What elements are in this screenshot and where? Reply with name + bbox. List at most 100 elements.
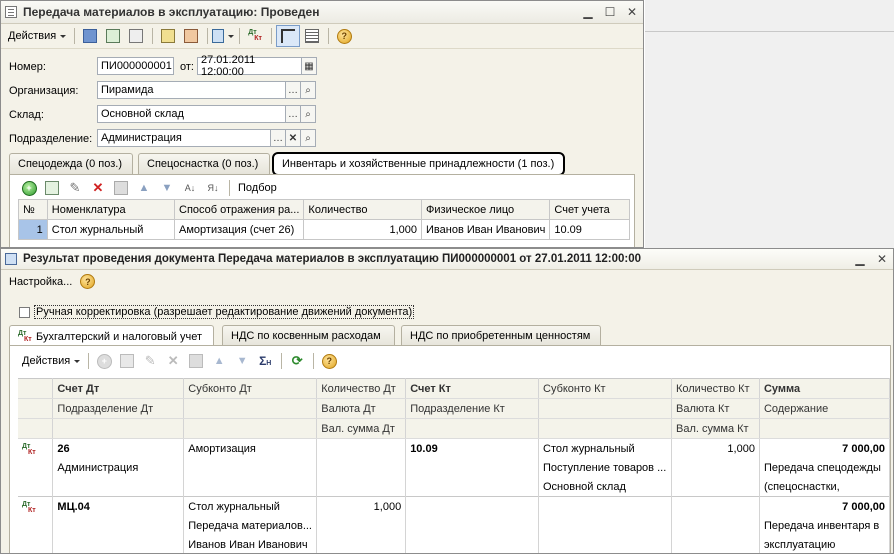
column-header-dept-kt[interactable]: Подразделение Кт: [405, 398, 539, 419]
warehouse-field[interactable]: Основной склад: [97, 105, 286, 123]
column-header-quantity-dt[interactable]: Количество Дт: [316, 378, 407, 399]
refresh-button[interactable]: ⟳: [286, 351, 308, 371]
edit-entry-button[interactable]: ✎: [139, 351, 161, 371]
ellipsis-icon: …: [288, 108, 298, 120]
column-header-subconto-dt[interactable]: Субконто Дт: [183, 378, 318, 399]
organization-open-button[interactable]: ⌕: [300, 81, 316, 99]
column-header-amount[interactable]: Сумма: [759, 378, 891, 399]
column-header-person[interactable]: Физическое лицо: [421, 199, 551, 220]
structure-button[interactable]: [276, 25, 301, 47]
unpost-button[interactable]: [180, 26, 202, 46]
post-button[interactable]: [102, 26, 124, 46]
column-header-cur-sum-kt[interactable]: Вал. сумма Кт: [671, 418, 760, 439]
grid-toolbar: + ✎ ✕ ▲ ▼ A↓ Я↓ Подбор: [18, 178, 281, 198]
column-header-currency-kt[interactable]: Валюта Кт: [671, 398, 760, 419]
table-row[interactable]: Дт Кт 26 Амортизация 10.09 Стол журнальны…: [18, 438, 891, 497]
save-button[interactable]: [79, 26, 101, 46]
end-edit-button[interactable]: [185, 351, 207, 371]
column-header-number[interactable]: №: [18, 199, 48, 220]
sort-desc-button[interactable]: Я↓: [202, 178, 224, 198]
tab-workwear[interactable]: Спецодежда (0 поз.): [9, 153, 133, 174]
column-header-method[interactable]: Способ отражения ра...: [174, 199, 305, 220]
delete-entry-button[interactable]: ✕: [162, 351, 184, 371]
background-area: [645, 0, 894, 248]
copy-entry-button[interactable]: [116, 351, 138, 371]
search-icon: ⌕: [305, 108, 311, 120]
move-up-button[interactable]: ▲: [208, 351, 230, 371]
close-button[interactable]: ✕: [621, 3, 643, 21]
warehouse-open-button[interactable]: ⌕: [300, 105, 316, 123]
move-up-button[interactable]: ▲: [133, 178, 155, 198]
end-edit-button[interactable]: [110, 178, 132, 198]
minimize-button[interactable]: ▁: [577, 3, 599, 21]
cell-method[interactable]: Амортизация (счет 26): [174, 219, 305, 240]
add-row-button[interactable]: +: [18, 178, 40, 198]
delete-row-button[interactable]: ✕: [87, 178, 109, 198]
sort-asc-button[interactable]: A↓: [179, 178, 201, 198]
dt-kt-icon: Дт Кт: [22, 443, 36, 456]
column-header-cur-sum-dt[interactable]: Вал. сумма Дт: [316, 418, 407, 439]
move-down-button[interactable]: ▼: [231, 351, 253, 371]
cell-number[interactable]: 1: [18, 219, 48, 240]
entries-actions-menu-button[interactable]: Действия: [18, 351, 84, 371]
date-field[interactable]: 27.01.2011 12:00:00: [197, 54, 302, 78]
go-button[interactable]: [212, 26, 235, 46]
column-header-currency-dt[interactable]: Валюта Дт: [316, 398, 407, 419]
tab-inventory[interactable]: Инвентарь и хозяйственные принадлежности…: [272, 152, 565, 176]
warehouse-select-button[interactable]: …: [285, 105, 301, 123]
column-header-quantity-kt[interactable]: Количество Кт: [671, 378, 760, 399]
close-button[interactable]: ✕: [871, 250, 893, 268]
calendar-button[interactable]: ▦: [301, 57, 317, 75]
number-field[interactable]: ПИ000000001: [97, 57, 174, 75]
cell-nomenclature[interactable]: Стол журнальный: [46, 219, 176, 240]
column-header-account-dt[interactable]: Счет Дт: [52, 378, 185, 399]
copy-button[interactable]: [157, 26, 179, 46]
department-field[interactable]: Администрация: [97, 129, 271, 147]
column-header-content[interactable]: Содержание: [759, 398, 891, 419]
organization-field[interactable]: Пирамида: [97, 81, 286, 99]
help-button[interactable]: ?: [333, 26, 355, 46]
column-header-subconto-kt[interactable]: Субконто Кт: [538, 378, 672, 399]
maximize-button[interactable]: ☐: [599, 3, 621, 21]
tab-accounting[interactable]: Дт Кт Бухгалтерский и налоговый учет: [9, 325, 214, 347]
department-open-button[interactable]: ⌕: [300, 129, 316, 147]
copy-icon: [161, 29, 176, 43]
organization-select-button[interactable]: …: [285, 81, 301, 99]
department-clear-button[interactable]: ✕: [285, 129, 301, 147]
dt-kt-button[interactable]: Дт Кт: [244, 26, 266, 46]
help-icon[interactable]: ?: [80, 274, 96, 289]
tab-vat-acquired[interactable]: НДС по приобретенным ценностям: [401, 325, 601, 346]
table-row[interactable]: Передача материалов... Передача инвентар…: [18, 516, 891, 535]
column-header-quantity[interactable]: Количество: [303, 199, 423, 220]
column-header-dept-dt[interactable]: Подразделение Дт: [52, 398, 185, 419]
move-down-button[interactable]: ▼: [156, 178, 178, 198]
sum-button[interactable]: ΣН: [254, 351, 276, 371]
column-header-account-kt[interactable]: Счет Кт: [405, 378, 539, 399]
refresh-button[interactable]: [125, 26, 147, 46]
actions-menu-button[interactable]: Действия: [4, 26, 70, 46]
date-label: от:: [180, 61, 194, 73]
column-header-nomenclature[interactable]: Номенклатура: [46, 199, 176, 220]
cell-quantity[interactable]: 1,000: [303, 219, 423, 240]
manual-correction-checkbox[interactable]: [19, 306, 30, 318]
cell-account[interactable]: 10.09: [549, 219, 630, 240]
settings-list-button[interactable]: [301, 26, 323, 46]
tab-special-tools[interactable]: Спецоснастка (0 поз.): [138, 153, 270, 174]
table-row[interactable]: Дт Кт МЦ.04 Стол журнальный 1,000 7 000,0…: [18, 496, 891, 553]
document-window: Передача материалов в эксплуатацию: Пров…: [0, 0, 644, 248]
settings-button[interactable]: Настройка...: [9, 276, 72, 288]
pick-button[interactable]: Подбор: [234, 178, 281, 198]
edit-row-button[interactable]: ✎: [64, 178, 86, 198]
cell-person[interactable]: Иванов Иван Иванович: [421, 219, 551, 240]
department-select-button[interactable]: …: [270, 129, 286, 147]
tab-vat-indirect[interactable]: НДС по косвенным расходам: [222, 325, 395, 346]
add-entry-button[interactable]: +: [93, 351, 115, 371]
help-button[interactable]: ?: [318, 351, 340, 371]
copy-row-button[interactable]: [41, 178, 63, 198]
column-header-account[interactable]: Счет учета: [549, 199, 630, 220]
table-row[interactable]: Администрация Поступление товаров ... Пе…: [18, 458, 891, 477]
minimize-button[interactable]: ▁: [849, 250, 871, 268]
table-row[interactable]: Иванов Иван Иванович эксплуатацию: [18, 535, 891, 553]
table-row[interactable]: 1 Стол журнальный Амортизация (счет 26) …: [18, 219, 630, 240]
table-row[interactable]: Основной склад (спецоснастки,: [18, 477, 891, 497]
